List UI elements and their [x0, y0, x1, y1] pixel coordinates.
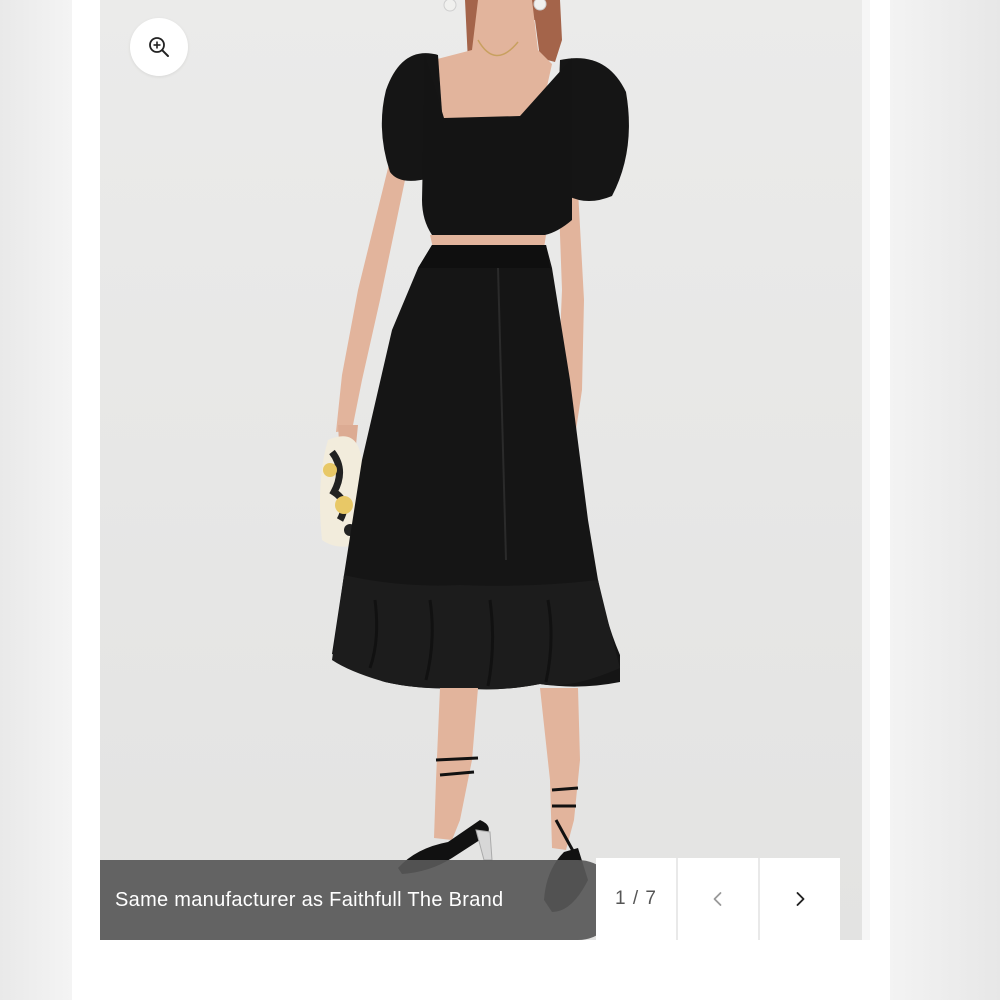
product-gallery-card: Same manufacturer as Faithfull The Brand… [72, 0, 890, 1000]
caption-text: Same manufacturer as Faithfull The Brand [115, 888, 504, 911]
image-viewer[interactable] [100, 0, 862, 940]
caption-pill: Same manufacturer as Faithfull The Brand [100, 860, 618, 940]
right-backdrop [890, 0, 1000, 1000]
chevron-right-icon [796, 892, 805, 906]
page-counter-cell: 1 / 7 [596, 858, 676, 940]
zoom-button[interactable] [130, 18, 188, 76]
page-counter: 1 / 7 [615, 888, 657, 909]
next-image-button[interactable] [760, 858, 840, 940]
card-footer [72, 940, 890, 1000]
product-photo [100, 0, 862, 940]
zoom-in-icon [149, 37, 169, 57]
left-backdrop [0, 0, 72, 1000]
viewer-edge [862, 0, 870, 940]
previous-image-button[interactable] [678, 858, 758, 940]
chevron-left-icon [713, 892, 722, 906]
gallery-pager: 1 / 7 [596, 858, 840, 940]
